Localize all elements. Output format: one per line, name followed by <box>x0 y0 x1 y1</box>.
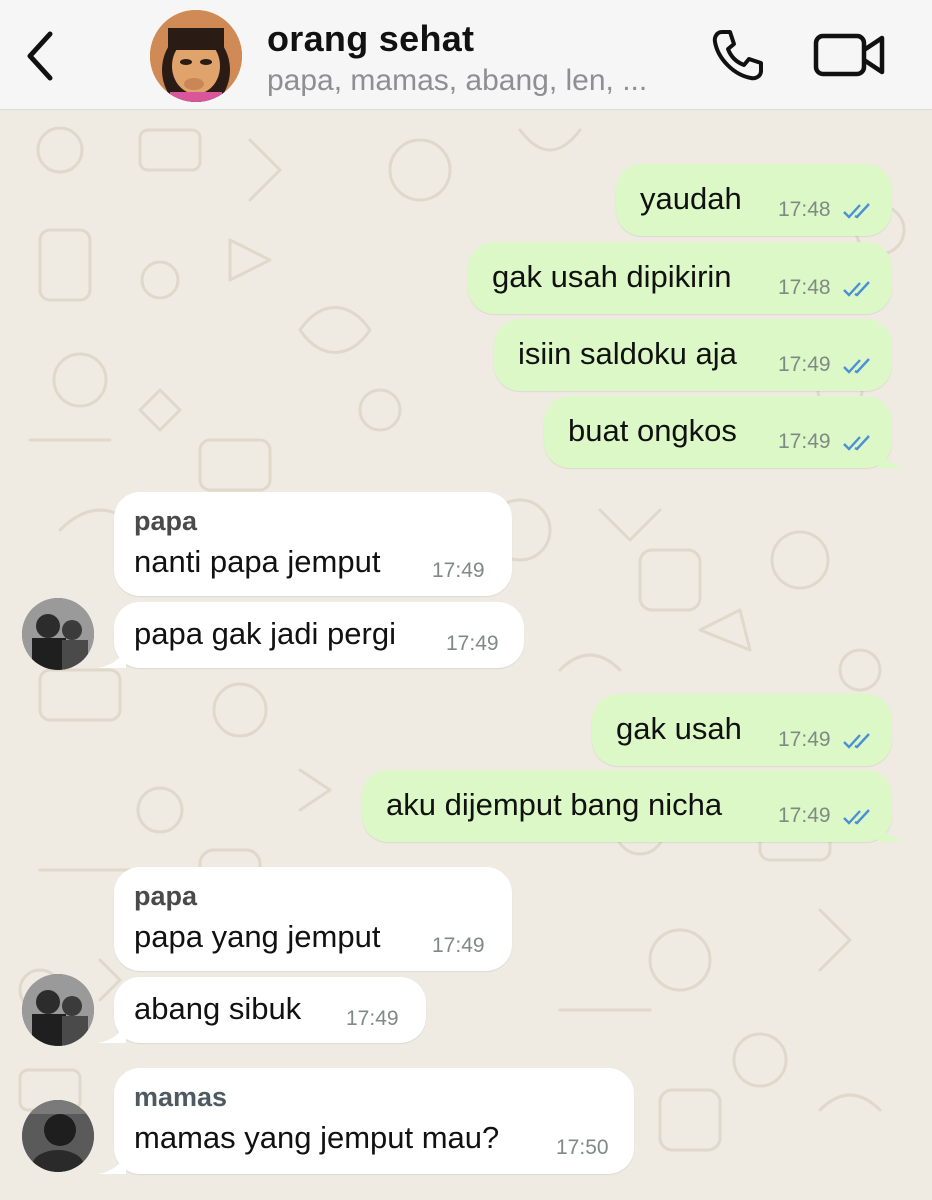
message-time: 17:49 <box>432 934 485 957</box>
message-bubble-outgoing[interactable]: buat ongkos 17:49 <box>544 396 906 468</box>
bubble-tail <box>878 820 906 842</box>
bubble-tail <box>878 446 906 468</box>
group-members[interactable]: papa, mamas, abang, len, ... <box>267 64 647 98</box>
read-receipt-icon <box>843 809 870 825</box>
message-time: 17:49 <box>778 728 831 751</box>
chat-area[interactable]: yaudah 17:48 gak usah dipikirin 17:48 is… <box>0 110 932 1200</box>
mamas-avatar[interactable] <box>22 1100 94 1172</box>
message-bubble-outgoing[interactable]: gak usah 17:49 <box>592 694 892 766</box>
video-camera-icon <box>813 33 885 77</box>
read-receipt-icon <box>843 281 870 297</box>
message-time: 17:49 <box>346 1007 399 1030</box>
message-time: 17:49 <box>432 559 485 582</box>
message-text: nanti papa jemput <box>134 544 381 579</box>
message-time: 17:49 <box>778 804 831 827</box>
message-time: 17:48 <box>778 276 831 299</box>
message-text: yaudah <box>640 181 742 216</box>
message-time: 17:49 <box>778 430 831 453</box>
back-button[interactable] <box>18 28 62 84</box>
phone-icon <box>712 30 763 81</box>
message-text: papa yang jemput <box>134 919 381 954</box>
sender-name: papa <box>134 506 198 536</box>
chat-title[interactable]: orang sehat <box>267 18 474 60</box>
message-time: 17:50 <box>556 1136 609 1159</box>
message-time: 17:49 <box>446 632 499 655</box>
message-bubble-incoming[interactable]: papa gak jadi pergi 17:49 <box>98 602 524 668</box>
mamas-avatar-image <box>22 1100 94 1172</box>
chat-header: orang sehat papa, mamas, abang, len, ... <box>0 0 932 110</box>
message-time: 17:48 <box>778 198 831 221</box>
voice-call-button[interactable] <box>708 26 766 84</box>
message-text: isiin saldoku aja <box>518 336 737 371</box>
read-receipt-icon <box>843 203 870 219</box>
chevron-left-icon <box>27 31 53 81</box>
message-text: gak usah dipikirin <box>492 259 732 294</box>
message-bubble-incoming[interactable]: mamas mamas yang jemput mau? 17:50 <box>98 1068 634 1174</box>
message-bubble-incoming[interactable]: abang sibuk 17:49 <box>98 977 426 1043</box>
message-time: 17:49 <box>778 353 831 376</box>
group-avatar-image <box>150 10 242 102</box>
video-call-button[interactable] <box>812 30 886 80</box>
bubble-tail <box>98 646 126 668</box>
bubble-tail <box>98 1152 126 1174</box>
sender-name: papa <box>134 881 198 911</box>
message-text: mamas yang jemput mau? <box>134 1120 500 1155</box>
papa-avatar-image <box>22 974 94 1046</box>
read-receipt-icon <box>843 733 870 749</box>
message-bubble-incoming[interactable]: papa nanti papa jemput 17:49 <box>114 492 512 596</box>
message-bubble-outgoing[interactable]: aku dijemput bang nicha 17:49 <box>362 770 906 842</box>
read-receipt-icon <box>843 358 870 374</box>
message-text: gak usah <box>616 711 742 746</box>
message-bubble-incoming[interactable]: papa papa yang jemput 17:49 <box>114 867 512 971</box>
read-receipt-icon <box>843 435 870 451</box>
sender-name: mamas <box>134 1082 228 1112</box>
message-bubble-outgoing[interactable]: yaudah 17:48 <box>616 164 892 236</box>
papa-avatar-image <box>22 598 94 670</box>
message-text: abang sibuk <box>134 991 302 1026</box>
papa-avatar[interactable] <box>22 974 94 1046</box>
message-text: aku dijemput bang nicha <box>386 787 723 822</box>
message-bubble-outgoing[interactable]: isiin saldoku aja 17:49 <box>494 319 892 391</box>
group-avatar[interactable] <box>150 10 242 102</box>
message-text: papa gak jadi pergi <box>134 616 396 651</box>
message-bubble-outgoing[interactable]: gak usah dipikirin 17:48 <box>468 242 892 314</box>
bubble-tail <box>98 1021 126 1043</box>
papa-avatar[interactable] <box>22 598 94 670</box>
message-text: buat ongkos <box>568 413 737 448</box>
